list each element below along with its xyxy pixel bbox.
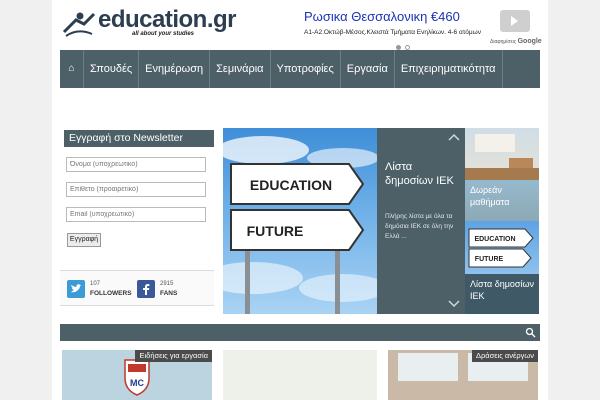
- category-tag[interactable]: Δράσεις ανέργων: [471, 350, 538, 362]
- thumbnail-label: Λίστα δημοσίων ΙΕΚ: [465, 274, 539, 314]
- featured-slider: EDUCATION FUTURE Λίστα δημοσίων ΙΕΚ Πλήρ…: [223, 128, 539, 314]
- slide-excerpt: Πλήρης λίστα με όλα τα δημόσια ΙΕΚ σε όλ…: [385, 213, 454, 240]
- page: education.gr all about your studies Ρωσι…: [0, 0, 600, 400]
- newsletter-form: Εγγραφή: [60, 147, 214, 259]
- site-container: education.gr all about your studies Ρωσι…: [52, 0, 548, 400]
- facebook-count: 2915: [160, 281, 174, 287]
- slide-image[interactable]: EDUCATION FUTURE: [223, 128, 377, 314]
- chevron-up-icon[interactable]: [448, 133, 460, 141]
- email-field[interactable]: [66, 207, 206, 222]
- logo-mark-icon: [62, 12, 96, 37]
- slide-title[interactable]: Λίστα δημοσίων ΙΕΚ: [385, 160, 461, 188]
- section-bar: [60, 324, 540, 341]
- logo-text: education.gr: [98, 6, 237, 33]
- slider-thumbnails: Δωρεάν μαθήματα EDUCATION FUTURE Λίστα δ…: [465, 128, 539, 314]
- ad-brand[interactable]: Διαφημίσεις Google: [490, 38, 542, 45]
- thumbnail-free-lessons[interactable]: Δωρεάν μαθήματα: [465, 128, 539, 221]
- facebook-label: FANS: [160, 290, 178, 297]
- subscribe-button[interactable]: Εγγραφή: [67, 233, 101, 247]
- search-icon[interactable]: [525, 327, 536, 338]
- classroom-image: [465, 134, 539, 180]
- thumbnail-label: Δωρεάν μαθήματα: [465, 180, 539, 221]
- site-logo[interactable]: education.gr all about your studies: [62, 6, 237, 40]
- thumbnail-iek-list[interactable]: EDUCATION FUTURE Λίστα δημοσίων ΙΕΚ: [465, 221, 539, 314]
- nav-item-seminars[interactable]: Σεμινάρια: [210, 50, 271, 88]
- article-card[interactable]: Δράσεις ανέργων: [388, 350, 538, 400]
- last-name-field[interactable]: [66, 182, 206, 197]
- nav-item-news[interactable]: Ενημέρωση: [139, 50, 211, 88]
- category-tag[interactable]: Ειδήσεις για εργασία: [135, 350, 212, 362]
- ad-next-button[interactable]: [500, 10, 530, 32]
- twitter-icon[interactable]: [67, 280, 85, 298]
- facebook-icon[interactable]: [137, 280, 155, 298]
- article-card[interactable]: [223, 350, 377, 400]
- home-icon[interactable]: ⌂: [60, 50, 84, 88]
- school-crest-image: MC: [124, 359, 150, 396]
- ad-brand-name: Google: [517, 38, 542, 45]
- chevron-down-icon[interactable]: [448, 300, 460, 308]
- ad-brand-prefix: Διαφημίσεις: [490, 39, 517, 45]
- thumb-sign-top: EDUCATION: [474, 236, 515, 243]
- nav-item-jobs[interactable]: Εργασία: [341, 50, 395, 88]
- ad-title[interactable]: Ρωσικα Θεσσαλονικη €460: [304, 9, 460, 24]
- twitter-label: FOLLOWERS: [90, 290, 132, 297]
- ad-banner[interactable]: Ρωσικα Θεσσαλονικη €460 Α1-Α2.Οκτώβ-Μέσο…: [304, 8, 542, 50]
- nav-item-entrepreneurship[interactable]: Επιχειρηματικότητα: [395, 50, 503, 88]
- sign-top-text: EDUCATION: [250, 177, 332, 193]
- first-name-field[interactable]: [66, 157, 206, 172]
- classroom-window: [398, 353, 458, 381]
- thumb-sign-bottom: FUTURE: [475, 256, 504, 263]
- newsletter-title: Εγγραφή στο Newsletter: [64, 130, 214, 147]
- ad-text: Α1-Α2.Οκτώβ-Μέσος.Κλειστά Τμήματα Ενηλίκ…: [304, 29, 481, 36]
- sign-bottom-text: FUTURE: [247, 223, 304, 239]
- twitter-count: 107: [90, 281, 101, 287]
- crest-text: MC: [130, 378, 144, 388]
- main-nav: ⌂ Σπουδές Ενημέρωση Σεμινάρια Υποτροφίες…: [60, 50, 540, 88]
- signpost-thumbnail-image: EDUCATION FUTURE: [468, 228, 534, 268]
- article-card[interactable]: MC Ειδήσεις για εργασία: [62, 350, 212, 400]
- signpost-image: EDUCATION FUTURE: [223, 136, 377, 314]
- nav-item-studies[interactable]: Σπουδές: [84, 50, 140, 88]
- nav-item-scholarships[interactable]: Υποτροφίες: [271, 50, 341, 88]
- social-counters: 107 FOLLOWERS 2915 FANS: [60, 270, 214, 306]
- logo-tagline: all about your studies: [132, 31, 195, 37]
- slide-caption: Λίστα δημοσίων ΙΕΚ Πλήρης λίστα με όλα τ…: [377, 128, 465, 314]
